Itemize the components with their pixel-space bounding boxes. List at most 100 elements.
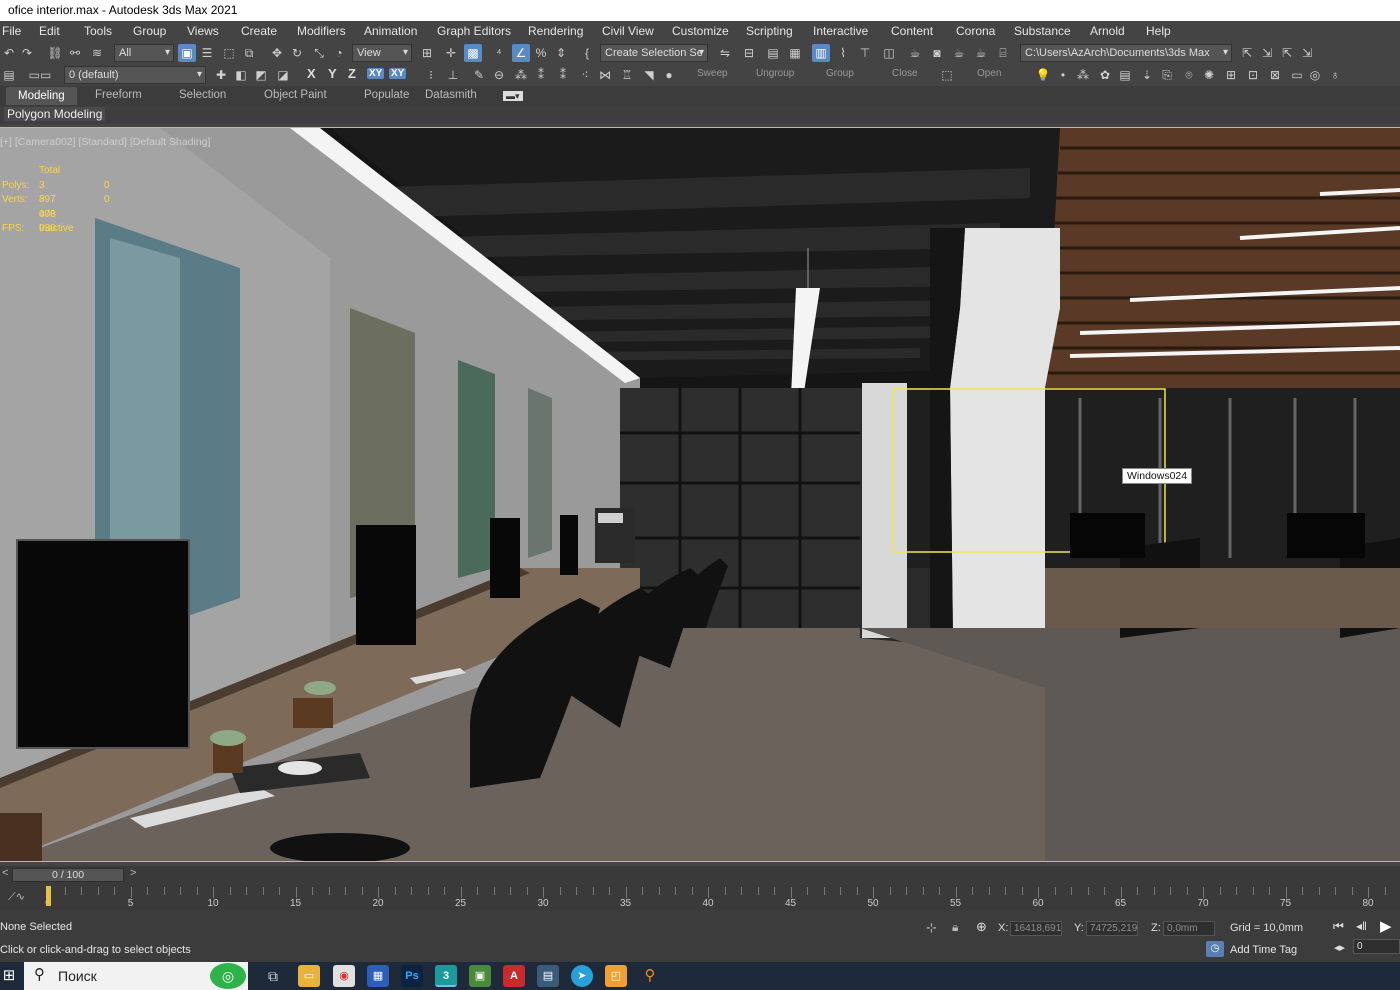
select-object-icon[interactable]: ▣ <box>178 44 196 62</box>
menu-scripting[interactable]: Scripting <box>746 24 793 38</box>
file-explorer-icon[interactable]: ▭ <box>298 965 320 987</box>
current-frame-field[interactable]: 0 <box>1353 939 1400 954</box>
eye-icon[interactable]: ◎ <box>1306 66 1324 84</box>
track-bar[interactable]: ⟋∿ 05101520253035404550556065707580 <box>0 884 1400 910</box>
y-coord-field[interactable]: 74725,219 <box>1086 921 1138 936</box>
denoise-icon[interactable]: ✺ <box>1200 66 1218 84</box>
move-icon[interactable]: ✥ <box>268 44 286 62</box>
mirror-icon[interactable]: ⇋ <box>716 44 734 62</box>
bulb-icon[interactable]: ♁ <box>1326 66 1344 84</box>
absolute-mode-icon[interactable]: ⊕ <box>976 919 987 935</box>
viewport-label[interactable]: [+] [Camera002] [Standard] [Default Shad… <box>0 136 210 148</box>
layer-dropdown[interactable]: 0 (default) <box>64 66 206 84</box>
add-time-tag[interactable]: Add Time Tag <box>1230 944 1297 956</box>
render-setup-icon[interactable]: ☕ <box>906 44 924 62</box>
pivot-center-icon[interactable]: ⊞ <box>418 44 436 62</box>
layer-explorer-icon[interactable]: ▦ <box>786 44 804 62</box>
tab-datasmith[interactable]: Datasmith <box>425 89 477 101</box>
menu-rendering[interactable]: Rendering <box>528 24 583 38</box>
selection-filter-dropdown[interactable]: All <box>114 44 174 62</box>
align-icon[interactable]: ⊟ <box>740 44 758 62</box>
ribbon-options-icon[interactable]: ▬▾ <box>503 91 523 101</box>
project-folder-icon[interactable]: ⇱ <box>1238 44 1256 62</box>
acrobat-icon[interactable]: A <box>503 965 525 987</box>
toggle-scene-explorer-icon[interactable]: ▤ <box>764 44 782 62</box>
project-edit-icon[interactable]: ⇱ <box>1278 44 1296 62</box>
chrome-icon[interactable]: ◉ <box>333 965 355 987</box>
axis-x-toggle[interactable]: X <box>307 66 316 81</box>
axis-xy-toggle[interactable]: XY <box>367 68 385 79</box>
task-view-icon[interactable]: ⧉ <box>262 965 284 987</box>
menu-group[interactable]: Group <box>133 24 166 38</box>
snap-3d-icon[interactable]: ⁴ <box>490 44 508 62</box>
spray-icon[interactable]: ⁂ <box>512 66 530 84</box>
menu-content[interactable]: Content <box>891 24 933 38</box>
render-icon[interactable]: ☕ <box>950 44 968 62</box>
sweep-label[interactable]: Sweep <box>697 68 728 79</box>
render-iterative-icon[interactable]: ☕ <box>972 44 990 62</box>
grid-paint-icon[interactable]: ⁑ <box>554 66 572 84</box>
menu-views[interactable]: Views <box>187 24 219 38</box>
menu-arnold[interactable]: Arnold <box>1090 24 1125 38</box>
prev-frame-icon[interactable]: < <box>2 867 8 879</box>
pattern-icon[interactable]: ⁑ <box>532 66 550 84</box>
menu-corona[interactable]: Corona <box>956 24 995 38</box>
window-crossing-icon[interactable]: ⧉ <box>240 44 258 62</box>
tab-object-paint[interactable]: Object Paint <box>264 89 327 101</box>
brush-icon[interactable]: ✎ <box>470 66 488 84</box>
curve-editor-icon[interactable]: ⌇ <box>834 44 852 62</box>
undo-icon[interactable]: ↶ <box>0 44 18 62</box>
open-label[interactable]: Open <box>977 68 1001 79</box>
key-mode-icon[interactable]: ◂▸ <box>1334 941 1345 954</box>
ref-coord-dropdown[interactable]: View <box>352 44 412 62</box>
prev-key-icon[interactable]: ◂‖ <box>1356 919 1367 933</box>
camera-viewport[interactable]: [+] [Camera002] [Standard] [Default Shad… <box>0 127 1400 862</box>
region-icon[interactable]: ▭ <box>1288 66 1306 84</box>
photoshop-icon[interactable]: Ps <box>401 965 423 987</box>
tab-selection[interactable]: Selection <box>179 89 226 101</box>
3dsmax-icon[interactable]: 3 <box>435 965 457 987</box>
sun-icon[interactable]: ⇣ <box>1138 66 1156 84</box>
percent-snap-icon[interactable]: % <box>532 44 550 62</box>
polygon-modeling-panel[interactable]: Polygon Modeling <box>4 107 106 121</box>
menu-file[interactable]: File <box>2 24 21 38</box>
rendered-frame-icon[interactable]: ◙ <box>928 44 946 62</box>
menu-substance[interactable]: Substance <box>1014 24 1071 38</box>
lock-icon[interactable]: 🔒︎ <box>952 920 958 935</box>
spinner-snap-icon[interactable]: ⇕ <box>552 44 570 62</box>
menu-edit[interactable]: Edit <box>39 24 60 38</box>
group-label[interactable]: Group <box>826 68 854 79</box>
lister-icon[interactable]: ⁂ <box>1074 66 1092 84</box>
selection-lasso-icon[interactable]: ⬚ <box>938 66 956 84</box>
add-to-layer-icon[interactable]: ✚ <box>212 66 230 84</box>
telegram-icon[interactable]: ➤ <box>571 965 593 987</box>
freeze-hide-icons[interactable]: ▭▭ <box>20 66 60 84</box>
scale-icon[interactable]: ⤡ <box>310 44 328 62</box>
menu-animation[interactable]: Animation <box>364 24 417 38</box>
interactive-icon[interactable]: ⊠ <box>1266 66 1284 84</box>
play-icon[interactable]: ▶ <box>1380 917 1392 935</box>
app-orange-icon[interactable]: ◰ <box>605 965 627 987</box>
angle-snap-icon[interactable]: ∠ <box>512 44 530 62</box>
time-slider[interactable]: 0 / 100 <box>12 868 124 882</box>
menu-graph-editors[interactable]: Graph Editors <box>437 24 511 38</box>
menu-interactive[interactable]: Interactive <box>813 24 868 38</box>
isolate-icon[interactable]: ⊹ <box>926 920 937 936</box>
taskbar-search[interactable]: ⚲ Поиск ◎ <box>24 962 248 990</box>
curve-editor-mini-icon[interactable]: ⟋∿ <box>8 890 25 904</box>
tab-populate[interactable]: Populate <box>364 89 409 101</box>
schematic-view-icon[interactable]: ⊤ <box>856 44 874 62</box>
cortana-icon[interactable]: ◎ <box>210 963 246 989</box>
timeline-ruler[interactable]: 05101520253035404550556065707580 <box>45 884 1388 910</box>
axis-y-toggle[interactable]: Y <box>328 66 337 81</box>
calculator-icon[interactable]: ▤ <box>537 965 559 987</box>
layer-manager-icon[interactable]: ▤ <box>0 66 18 84</box>
stamp-icon[interactable]: ⊖ <box>490 66 508 84</box>
project-close-icon[interactable]: ⇲ <box>1298 44 1316 62</box>
menu-modifiers[interactable]: Modifiers <box>297 24 346 38</box>
rect-region-icon[interactable]: ⬚ <box>220 44 238 62</box>
menu-create[interactable]: Create <box>241 24 277 38</box>
material-editor-icon[interactable]: ◫ <box>880 44 898 62</box>
link-icon[interactable]: ⛓ <box>46 44 64 62</box>
converter-icon[interactable]: ▤ <box>1116 66 1134 84</box>
